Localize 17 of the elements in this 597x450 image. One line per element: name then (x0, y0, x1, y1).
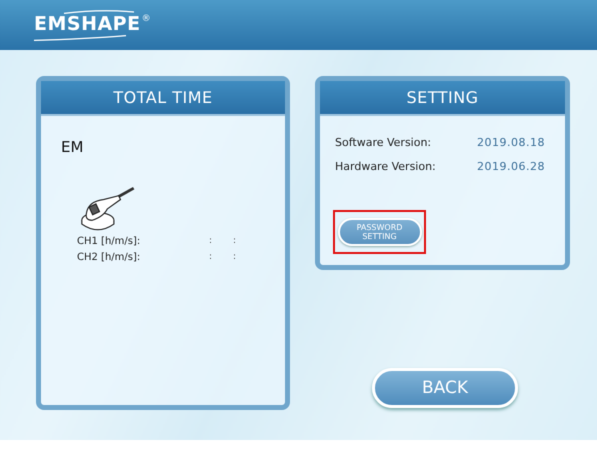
time-separator: : (209, 236, 214, 246)
back-button[interactable]: BACK (372, 368, 518, 408)
logo-text: EMSHAPE (34, 14, 141, 35)
time-separator: : (233, 252, 238, 262)
channel-label: CH2 [h/m/s]: (77, 252, 142, 262)
version-label: Software Version: (335, 136, 432, 151)
version-value: 2019.06.28 (477, 160, 545, 175)
version-value: 2019.08.18 (477, 136, 545, 151)
time-separator: : (209, 252, 214, 262)
panel-title: SETTING (320, 81, 565, 116)
time-separator: : (233, 236, 238, 246)
version-label: Hardware Version: (335, 160, 437, 175)
device-label: EM (61, 138, 84, 156)
channel-label: CH1 [h/m/s]: (77, 236, 142, 246)
trademark-mark: ® (142, 14, 151, 24)
panel-title: TOTAL TIME (41, 81, 285, 116)
password-setting-button[interactable]: PASSWORD SETTING (338, 218, 422, 246)
